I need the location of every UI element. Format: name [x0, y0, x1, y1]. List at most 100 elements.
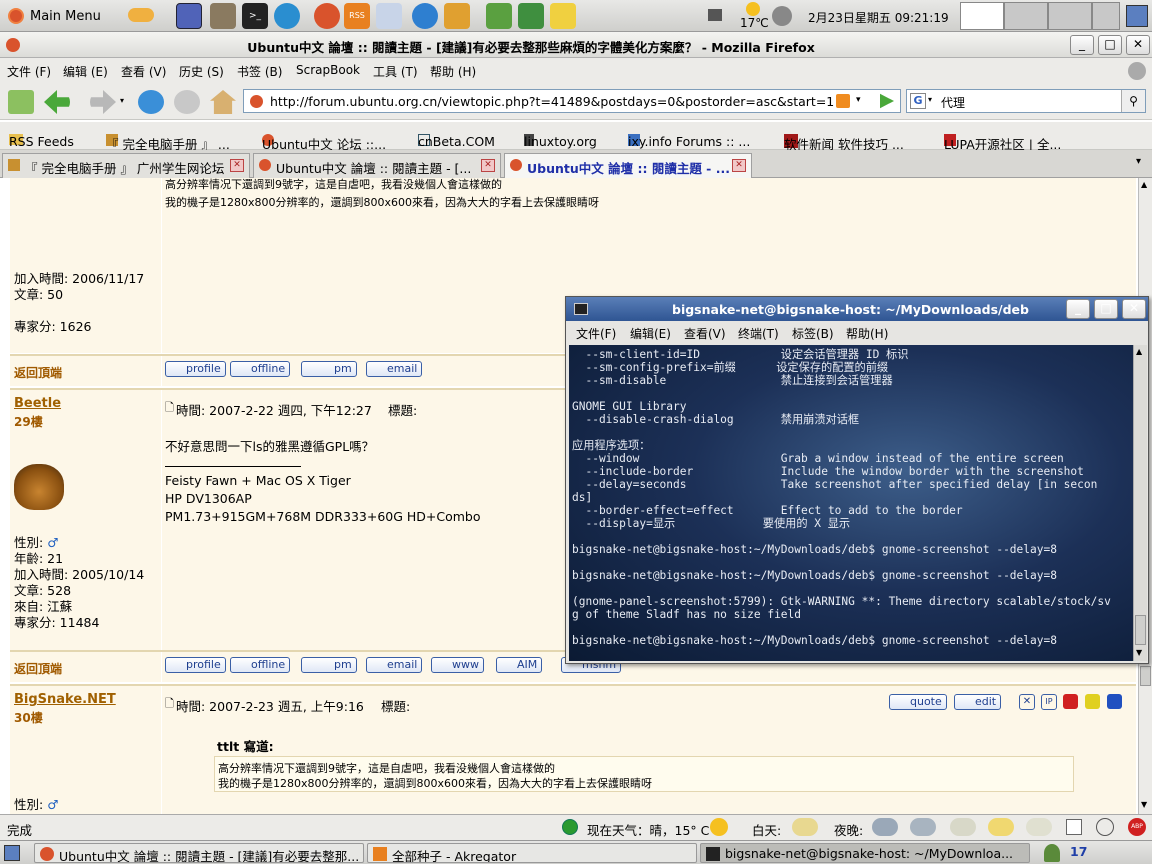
terminal-menu-help[interactable]: 帮助(H): [846, 325, 888, 342]
mail-icon[interactable]: [376, 3, 402, 29]
url-bar[interactable]: http://forum.ubuntu.org.cn/viewtopic.php…: [243, 89, 901, 113]
app-launcher-icon[interactable]: [274, 3, 300, 29]
terminal-close-button[interactable]: ✕: [1122, 299, 1146, 319]
maximize-button[interactable]: □: [1098, 35, 1122, 55]
menu-tools[interactable]: 工具 (T): [373, 63, 418, 80]
tab-pc-manual[interactable]: 『 完全电脑手册 』 广州学生网论坛 ✕: [2, 153, 250, 178]
terminal-menu-tabs[interactable]: 标签(B): [792, 325, 834, 342]
notification-count[interactable]: 17: [1070, 844, 1087, 859]
tab-close-icon[interactable]: ✕: [481, 159, 495, 172]
post2-username[interactable]: Beetle: [14, 396, 61, 411]
terminal-menu-file[interactable]: 文件(F): [576, 325, 616, 342]
tab-close-icon[interactable]: ✕: [732, 159, 746, 172]
globe-icon[interactable]: [412, 3, 438, 29]
scroll-down-icon[interactable]: ▼: [1136, 648, 1142, 657]
email-button[interactable]: email: [366, 657, 423, 673]
search-icon[interactable]: ⚲: [1121, 90, 1145, 112]
edit-button[interactable]: edit: [954, 694, 1002, 710]
taskbar-firefox[interactable]: Ubuntu中文 論壇 :: 閱讀主題 - [建議]有必要去整那...: [34, 843, 364, 863]
menu-edit[interactable]: 编辑 (E): [63, 63, 108, 80]
tab-list-icon[interactable]: ▾: [1136, 156, 1141, 167]
tab-close-icon[interactable]: ✕: [230, 159, 244, 172]
profile-button[interactable]: profile: [165, 657, 226, 673]
rss-feed-icon[interactable]: [836, 94, 850, 108]
menu-help[interactable]: 帮助 (H): [430, 63, 476, 80]
new-tab-icon[interactable]: [8, 90, 34, 114]
pointer-tool-icon[interactable]: [176, 3, 202, 29]
tab-ubuntu-forum-1[interactable]: Ubuntu中文 論壇 :: 閱讀主題 - [... ✕: [253, 153, 501, 178]
forward-button[interactable]: [90, 90, 116, 114]
offline-button[interactable]: offline: [230, 657, 291, 673]
terminal-titlebar[interactable]: bigsnake-net@bigsnake-host: ~/MyDownload…: [566, 297, 1148, 321]
scroll-up-icon[interactable]: ▲: [1136, 347, 1142, 356]
url-dropdown-icon[interactable]: ▾: [856, 95, 861, 105]
workspace-4[interactable]: [1092, 2, 1120, 30]
taskbar-akregator[interactable]: 全部种子 - Akregator: [367, 843, 697, 863]
terminal-menu-view[interactable]: 查看(V): [684, 325, 726, 342]
main-menu-button[interactable]: Main Menu: [8, 4, 101, 28]
terminal-icon[interactable]: >_: [242, 3, 268, 29]
scroll-up-icon[interactable]: ▲: [1141, 180, 1147, 189]
menu-file[interactable]: 文件 (F): [7, 63, 51, 80]
back-to-top-link[interactable]: 返回頂端: [14, 364, 62, 381]
workspace-2[interactable]: [1004, 2, 1048, 30]
search-box[interactable]: G ▾ 代理 ⚲: [906, 89, 1146, 113]
home-button[interactable]: [210, 90, 236, 114]
terminal-scroll-thumb[interactable]: [1135, 615, 1146, 645]
menu-history[interactable]: 历史 (S): [179, 63, 224, 80]
temperature-label[interactable]: 17℃: [740, 16, 769, 30]
menu-view[interactable]: 查看 (V): [121, 63, 166, 80]
adblock-icon[interactable]: ABP: [1128, 818, 1146, 836]
post3-username[interactable]: BigSnake.NET: [14, 692, 116, 707]
quote-button[interactable]: quote: [889, 694, 947, 710]
report-blue-icon[interactable]: [1107, 694, 1122, 709]
paint-icon[interactable]: [444, 3, 470, 29]
scroll-down-icon[interactable]: ▼: [1141, 800, 1147, 809]
terminal-maximize-button[interactable]: □: [1094, 299, 1118, 319]
delete-post-icon[interactable]: ✕: [1019, 694, 1035, 710]
back-button[interactable]: [44, 90, 70, 114]
terminal-icon[interactable]: [574, 303, 588, 315]
sidebar-icon[interactable]: [1066, 819, 1082, 835]
menu-scrapbook[interactable]: ScrapBook: [296, 63, 360, 77]
monitor-icon[interactable]: [708, 9, 722, 21]
folder-icon[interactable]: [550, 3, 576, 29]
www-button[interactable]: www: [431, 657, 484, 673]
engine-dropdown-icon[interactable]: ▾: [928, 95, 932, 104]
terminal-output[interactable]: --sm-client-id=ID 设定会话管理器 ID 标识 --sm-con…: [569, 345, 1133, 661]
forward-dropdown-icon[interactable]: ▾: [120, 96, 124, 105]
report-yellow-icon[interactable]: [1085, 694, 1100, 709]
scroll-thumb[interactable]: [1140, 666, 1151, 686]
profile-button[interactable]: profile: [165, 361, 226, 377]
aim-button[interactable]: AIM: [496, 657, 543, 673]
user-icon[interactable]: [1044, 844, 1060, 862]
minimize-button[interactable]: _: [1070, 35, 1094, 55]
show-desktop-icon[interactable]: [1126, 5, 1148, 27]
close-button[interactable]: ✕: [1126, 35, 1150, 55]
workspace-3[interactable]: [1048, 2, 1092, 30]
offline-button[interactable]: offline: [230, 361, 291, 377]
weather-now[interactable]: 现在天气：晴，15° C: [587, 820, 709, 839]
volume-icon[interactable]: [772, 6, 792, 26]
terminal-menu-edit[interactable]: 编辑(E): [630, 325, 671, 342]
email-button[interactable]: email: [366, 361, 423, 377]
terminal-menu-terminal[interactable]: 终端(T): [738, 325, 779, 342]
taskbar-terminal[interactable]: bigsnake-net@bigsnake-host: ~/MyDownloa.…: [700, 843, 1030, 863]
rss-icon[interactable]: RSS: [344, 3, 370, 29]
file-manager-icon[interactable]: [210, 3, 236, 29]
ip-button[interactable]: IP: [1041, 694, 1057, 710]
smiley-icon[interactable]: [1096, 818, 1114, 836]
status-green-icon[interactable]: [562, 819, 578, 835]
report-red-icon[interactable]: [1063, 694, 1078, 709]
music-icon[interactable]: [486, 3, 512, 29]
workspace-1[interactable]: [960, 2, 1004, 30]
stop-button[interactable]: [174, 90, 200, 114]
menu-bookmarks[interactable]: 书签 (B): [237, 63, 282, 80]
google-icon[interactable]: G: [910, 93, 926, 109]
pm-button[interactable]: pm: [301, 361, 357, 377]
book-icon[interactable]: [518, 3, 544, 29]
firefox-icon[interactable]: [314, 3, 340, 29]
clock[interactable]: 2月23日星期五 09:21:19: [808, 9, 949, 26]
terminal-scrollbar[interactable]: ▲ ▼: [1133, 345, 1147, 661]
show-desktop-icon[interactable]: [4, 845, 20, 861]
